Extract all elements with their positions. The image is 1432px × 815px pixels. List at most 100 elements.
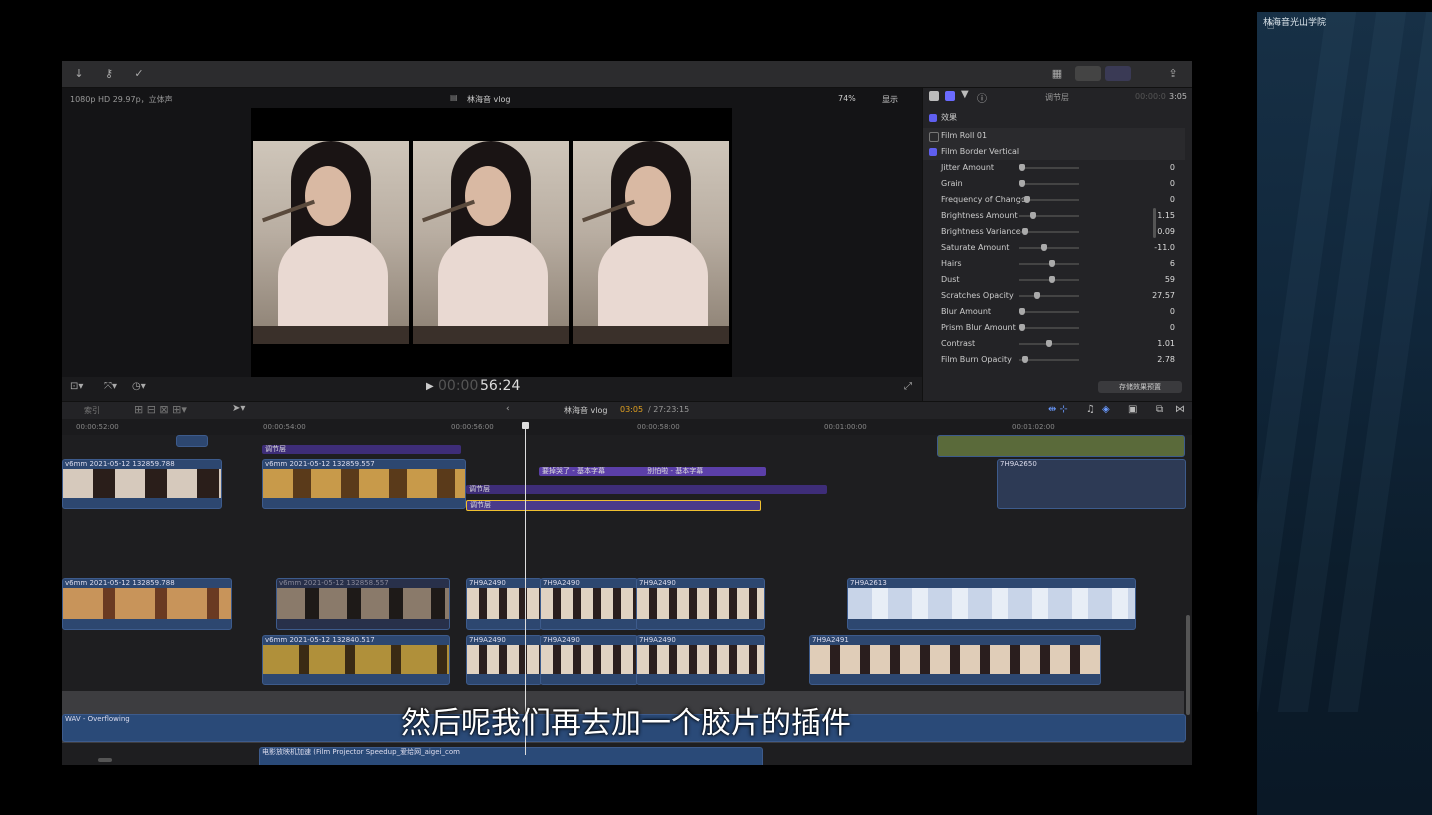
param-value[interactable]: -11.0 <box>1135 240 1175 256</box>
playhead-handle[interactable] <box>522 422 529 429</box>
inspector-scrollbar[interactable] <box>1153 208 1156 238</box>
check-circle-icon[interactable]: ✓ <box>130 66 148 82</box>
transitions-icon[interactable]: ⋈ <box>1175 404 1185 415</box>
slider-knob[interactable] <box>1019 164 1025 171</box>
clip[interactable]: 7H9A2613 <box>847 578 1136 630</box>
effect-param-row[interactable]: Dust 59 <box>923 272 1185 288</box>
title-clip[interactable]: 要掉哭了 - 基本字幕 别怕啦 - 基本字幕 <box>539 467 766 476</box>
slider-knob[interactable] <box>1022 228 1028 235</box>
zoom-select[interactable]: 74% <box>838 94 856 103</box>
select-tool-icon[interactable]: ➤▾ <box>232 403 245 414</box>
param-value[interactable]: 27.57 <box>1135 288 1175 304</box>
slider-knob[interactable] <box>1022 356 1028 363</box>
param-slider[interactable] <box>1019 324 1079 331</box>
slider-knob[interactable] <box>1034 292 1040 299</box>
selected-adjustment-layer[interactable]: 调节层 <box>466 500 761 511</box>
clip[interactable]: v6mm 2021-05-12 132859.557 <box>262 459 466 509</box>
param-slider[interactable] <box>1019 340 1079 347</box>
info-tab-icon[interactable]: ⓘ <box>977 90 987 105</box>
param-value[interactable]: 0 <box>1135 304 1175 320</box>
effect-film-roll[interactable]: Film Roll 01 <box>923 128 1185 144</box>
slider-knob[interactable] <box>1049 260 1055 267</box>
index-button[interactable]: 索引 <box>84 405 100 416</box>
slider-knob[interactable] <box>1019 324 1025 331</box>
clip[interactable]: 7H9A2490 <box>636 578 765 630</box>
param-value[interactable]: 0 <box>1135 320 1175 336</box>
audio-clip[interactable]: 电影放映机加速 (Film Projector Speedup_爱给网_aige… <box>259 747 763 765</box>
grid-icon[interactable]: ▦ <box>1048 66 1066 82</box>
horizontal-scrollbar[interactable] <box>98 758 112 762</box>
param-slider[interactable] <box>1019 356 1079 363</box>
param-slider[interactable] <box>1019 196 1079 203</box>
key-icon[interactable]: ⚷ <box>100 66 118 82</box>
timeline-ruler[interactable]: 00:00:52:00 00:00:54:00 00:00:56:00 00:0… <box>62 419 1192 435</box>
param-slider[interactable] <box>1019 292 1079 299</box>
audio-skim-icon[interactable]: ⇹ ⊹ <box>1048 404 1068 415</box>
clip[interactable]: 7H9A2490 <box>636 635 765 685</box>
param-value[interactable]: 0 <box>1135 160 1175 176</box>
download-icon[interactable]: ↓ <box>70 66 88 82</box>
slider-knob[interactable] <box>1030 212 1036 219</box>
clip[interactable]: v6mm 2021-05-12 132859.788 <box>62 459 222 509</box>
clip[interactable]: v6mm 2021-05-12 132840.517 <box>262 635 450 685</box>
back-icon[interactable]: ‹ <box>506 404 510 414</box>
clip[interactable]: v6mm 2021-05-12 132859.788 <box>62 578 232 630</box>
param-value[interactable]: 0 <box>1135 176 1175 192</box>
effect-param-row[interactable]: Frequency of Change 0 <box>923 192 1185 208</box>
effect-param-row[interactable]: Film Burn Opacity 2.78 <box>923 352 1185 368</box>
param-slider[interactable] <box>1019 180 1079 187</box>
clip[interactable]: 7H9A2650 <box>997 459 1186 509</box>
clip-appearance-icon[interactable]: ▣ <box>1128 404 1137 415</box>
clip[interactable] <box>937 435 1185 457</box>
param-value[interactable]: 6 <box>1135 256 1175 272</box>
param-slider[interactable] <box>1019 244 1079 251</box>
slider-knob[interactable] <box>1046 340 1052 347</box>
effect-film-border[interactable]: Film Border Vertical <box>923 144 1185 160</box>
effect-param-row[interactable]: Blur Amount 0 <box>923 304 1185 320</box>
effect-param-row[interactable]: Hairs 6 <box>923 256 1185 272</box>
save-preset-button[interactable]: 存储效果预置 <box>1098 381 1182 393</box>
effect-param-row[interactable]: Jitter Amount 0 <box>923 160 1185 176</box>
slider-knob[interactable] <box>1019 180 1025 187</box>
effects-browser-icon[interactable]: ⧉ <box>1156 404 1163 415</box>
effect-param-row[interactable]: Saturate Amount -11.0 <box>923 240 1185 256</box>
fullscreen-icon[interactable]: ⤢ <box>904 381 912 392</box>
param-slider[interactable] <box>1019 164 1079 171</box>
clip[interactable]: 7H9A2490 <box>466 578 542 630</box>
clip[interactable]: 7H9A2491 <box>809 635 1101 685</box>
view-options-icon[interactable]: ⊡▾ <box>70 381 83 392</box>
clip[interactable]: 7H9A2490 <box>466 635 542 685</box>
clip[interactable]: 7H9A2490 <box>540 635 638 685</box>
effect-param-row[interactable]: Scratches Opacity 27.57 <box>923 288 1185 304</box>
effect-param-row[interactable]: Grain 0 <box>923 176 1185 192</box>
append-icon[interactable]: ⊞ ⊟ ⊠ ⊞▾ <box>134 403 187 416</box>
slider-knob[interactable] <box>1024 196 1030 203</box>
param-slider[interactable] <box>1019 228 1079 235</box>
clip[interactable]: v6mm 2021-05-12 132858.557 <box>276 578 450 630</box>
snapping-icon[interactable]: ◈ <box>1102 404 1110 415</box>
effect-param-row[interactable]: Brightness Amount 1.15 <box>923 208 1185 224</box>
filmstrip-icon[interactable] <box>1075 66 1101 81</box>
play-button[interactable]: ▶ <box>426 381 434 392</box>
param-value[interactable]: 1.01 <box>1135 336 1175 352</box>
effects-header[interactable]: 效果 <box>923 110 1185 126</box>
adjustment-layer-clip[interactable]: 调节层 <box>262 445 461 454</box>
title-tab-icon[interactable] <box>929 91 939 101</box>
param-value[interactable]: 2.78 <box>1135 352 1175 368</box>
effect-checkbox[interactable] <box>929 148 937 156</box>
clip[interactable]: 7H9A2490 <box>540 578 638 630</box>
param-slider[interactable] <box>1019 212 1079 219</box>
effect-param-row[interactable]: Brightness Variance 0.09 <box>923 224 1185 240</box>
transform-icon[interactable]: ⤧▾ <box>104 381 117 392</box>
headphones-icon[interactable]: ♫ <box>1086 404 1095 415</box>
adjustment-layer-clip[interactable]: 调节层 <box>466 485 827 494</box>
effect-checkbox[interactable] <box>929 132 939 142</box>
inspector-icon[interactable] <box>1105 66 1131 81</box>
slider-knob[interactable] <box>1049 276 1055 283</box>
param-slider[interactable] <box>1019 276 1079 283</box>
color-tab-icon[interactable]: ▼ <box>961 89 969 100</box>
slider-knob[interactable] <box>1019 308 1025 315</box>
video-tab-icon[interactable] <box>945 91 955 101</box>
slider-knob[interactable] <box>1041 244 1047 251</box>
param-value[interactable]: 0 <box>1135 192 1175 208</box>
